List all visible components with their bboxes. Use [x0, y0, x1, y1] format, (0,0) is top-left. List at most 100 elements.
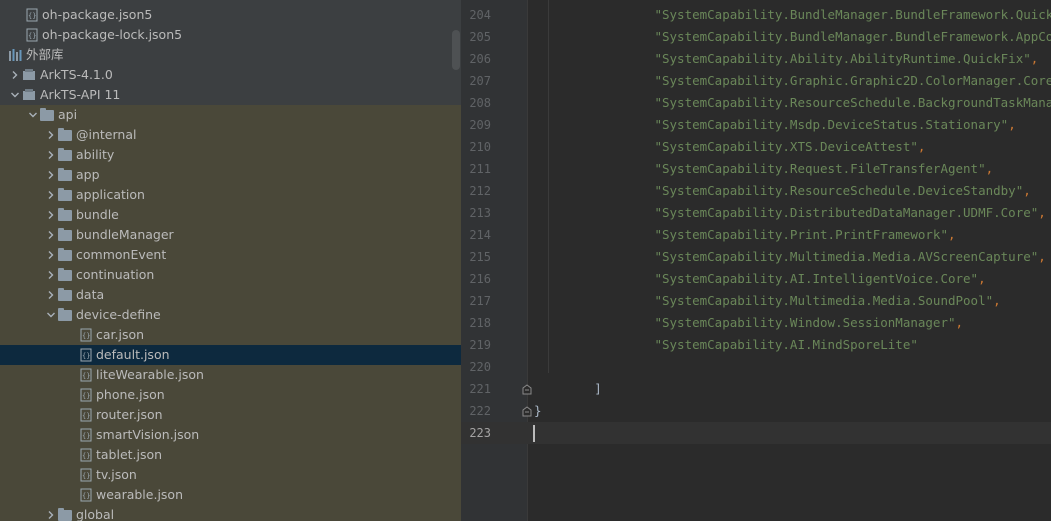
code-line[interactable]: 210 "SystemCapability.XTS.DeviceAttest", [461, 136, 1051, 158]
library-icon [23, 89, 35, 100]
code-text: "SystemCapability.ResourceSchedule.Backg… [654, 92, 1051, 114]
comma-token: , [955, 315, 964, 330]
line-number: 209 [469, 118, 491, 132]
string-literal: "SystemCapability.Multimedia.Media.Sound… [654, 293, 994, 308]
tree-item-oh-package-json5[interactable]: {} oh-package.json5 [0, 5, 461, 25]
code-line[interactable]: 219 "SystemCapability.AI.MindSporeLite" [461, 334, 1051, 356]
tree-item-label: bundleManager [76, 227, 174, 242]
tree-item-data[interactable]: data [0, 285, 461, 305]
code-text: "SystemCapability.Ability.AbilityRuntime… [654, 48, 1038, 70]
code-line[interactable]: 220 [461, 356, 1051, 378]
code-line[interactable]: 209 "SystemCapability.Msdp.DeviceStatus.S… [461, 114, 1051, 136]
tree-item-label: 外部库 [26, 47, 64, 62]
tree-item-[interactable]: 外部库 [0, 45, 461, 65]
chevron-right-icon[interactable] [44, 185, 58, 205]
folder-icon [58, 227, 72, 241]
code-line[interactable]: 205 "SystemCapability.BundleManager.Bundl… [461, 26, 1051, 48]
tree-item-label: app [76, 167, 100, 182]
tree-item-label: tablet.json [96, 447, 163, 462]
tree-item-label: commonEvent [76, 247, 167, 262]
code-line[interactable]: 206 "SystemCapability.Ability.AbilityRunt… [461, 48, 1051, 70]
code-line[interactable]: 214 "SystemCapability.Print.PrintFramewor… [461, 224, 1051, 246]
chevron-down-icon[interactable] [26, 105, 40, 125]
string-literal: "SystemCapability.DistributedDataManager… [654, 205, 1039, 220]
project-tree-panel[interactable]: {} oh-package.json5 {} oh-package-lock.json… [0, 0, 461, 521]
code-line[interactable]: 213 "SystemCapability.DistributedDataMana… [461, 202, 1051, 224]
tree-item-phone-json[interactable]: {} phone.json [0, 385, 461, 405]
chevron-right-icon[interactable] [44, 125, 58, 145]
code-line[interactable]: 218 "SystemCapability.Window.SessionManag… [461, 312, 1051, 334]
tree-item-tablet-json[interactable]: {} tablet.json [0, 445, 461, 465]
tree-item-bundlemanager[interactable]: bundleManager [0, 225, 461, 245]
chevron-right-icon[interactable] [44, 505, 58, 521]
fold-marker-icon[interactable] [522, 384, 532, 395]
comma-token: , [1023, 183, 1031, 198]
code-line[interactable]: 212 "SystemCapability.ResourceSchedule.De… [461, 180, 1051, 202]
svg-text:{}: {} [82, 332, 90, 340]
line-number: 217 [469, 294, 491, 308]
comma-token: , [993, 293, 1001, 308]
tree-item-router-json[interactable]: {} router.json [0, 405, 461, 425]
library-icon [23, 69, 35, 80]
folder-icon [58, 287, 72, 301]
tree-item-arkts-4-1-0[interactable]: ArkTS-4.1.0 [0, 65, 461, 85]
tree-item-application[interactable]: application [0, 185, 461, 205]
chevron-right-icon[interactable] [44, 165, 58, 185]
tree-item-tv-json[interactable]: {} tv.json [0, 465, 461, 485]
tree-item-ability[interactable]: ability [0, 145, 461, 165]
json-file-icon: {} [80, 408, 92, 422]
code-text: "SystemCapability.Msdp.DeviceStatus.Stat… [654, 114, 1015, 136]
tree-item-smartvision-json[interactable]: {} smartVision.json [0, 425, 461, 445]
tree-item-default-json[interactable]: {} default.json [0, 345, 461, 365]
chevron-down-icon[interactable] [8, 85, 22, 105]
chevron-right-icon[interactable] [44, 245, 58, 265]
code-line[interactable]: 204 "SystemCapability.BundleManager.Bundl… [461, 4, 1051, 26]
tree-item-api[interactable]: api [0, 105, 461, 125]
tree-item-wearable-json[interactable]: {} wearable.json [0, 485, 461, 505]
tree-item-label: application [76, 187, 145, 202]
tree-item-car-json[interactable]: {} car.json [0, 325, 461, 345]
tree-item-arkts-api-11[interactable]: ArkTS-API 11 [0, 85, 461, 105]
line-number: 204 [469, 8, 491, 22]
code-line[interactable]: 216 "SystemCapability.AI.IntelligentVoice… [461, 268, 1051, 290]
tree-item-app[interactable]: app [0, 165, 461, 185]
code-line[interactable]: 222} [461, 400, 1051, 422]
tree-item-bundle[interactable]: bundle [0, 205, 461, 225]
tree-item-internal[interactable]: @internal [0, 125, 461, 145]
chevron-right-icon[interactable] [44, 225, 58, 245]
tree-item-commonevent[interactable]: commonEvent [0, 245, 461, 265]
chevron-down-icon[interactable] [44, 305, 58, 325]
code-line[interactable]: 215 "SystemCapability.Multimedia.Media.AV… [461, 246, 1051, 268]
tree-item-oh-package-lock-json5[interactable]: {} oh-package-lock.json5 [0, 25, 461, 45]
json-file-icon: {} [26, 8, 38, 22]
string-literal: "SystemCapability.Request.FileTransferAg… [654, 161, 986, 176]
chevron-right-icon[interactable] [8, 65, 22, 85]
tree-scrollbar-thumb[interactable] [452, 30, 460, 70]
tree-item-continuation[interactable]: continuation [0, 265, 461, 285]
code-line[interactable]: 211 "SystemCapability.Request.FileTransfe… [461, 158, 1051, 180]
tree-item-device-define[interactable]: device-define [0, 305, 461, 325]
string-literal: "SystemCapability.BundleManager.BundleFr… [654, 29, 1051, 44]
code-line[interactable]: 217 "SystemCapability.Multimedia.Media.So… [461, 290, 1051, 312]
comma-token: , [947, 227, 956, 242]
tree-item-label: car.json [96, 327, 145, 342]
chevron-right-icon[interactable] [44, 205, 58, 225]
tree-item-label: liteWearable.json [96, 367, 204, 382]
code-line[interactable]: 208 "SystemCapability.ResourceSchedule.Ba… [461, 92, 1051, 114]
fold-marker-icon[interactable] [522, 406, 532, 417]
chevron-right-icon[interactable] [44, 285, 58, 305]
folder-icon [58, 187, 72, 201]
line-number: 220 [469, 360, 491, 374]
code-line[interactable]: 223 [461, 422, 1051, 444]
code-line[interactable]: 221] [461, 378, 1051, 400]
tree-item-litewearable-json[interactable]: {} liteWearable.json [0, 365, 461, 385]
tree-item-global[interactable]: global [0, 505, 461, 521]
code-editor[interactable]: 204 "SystemCapability.BundleManager.Bundl… [461, 0, 1051, 521]
code-line[interactable]: 207 "SystemCapability.Graphic.Graphic2D.C… [461, 70, 1051, 92]
folder-icon [58, 167, 72, 181]
code-text: "SystemCapability.Window.SessionManager"… [654, 312, 963, 334]
chevron-right-icon[interactable] [44, 265, 58, 285]
code-text: "SystemCapability.BundleManager.BundleFr… [654, 4, 1051, 26]
code-text: "SystemCapability.Multimedia.Media.Sound… [654, 290, 1000, 312]
chevron-right-icon[interactable] [44, 145, 58, 165]
